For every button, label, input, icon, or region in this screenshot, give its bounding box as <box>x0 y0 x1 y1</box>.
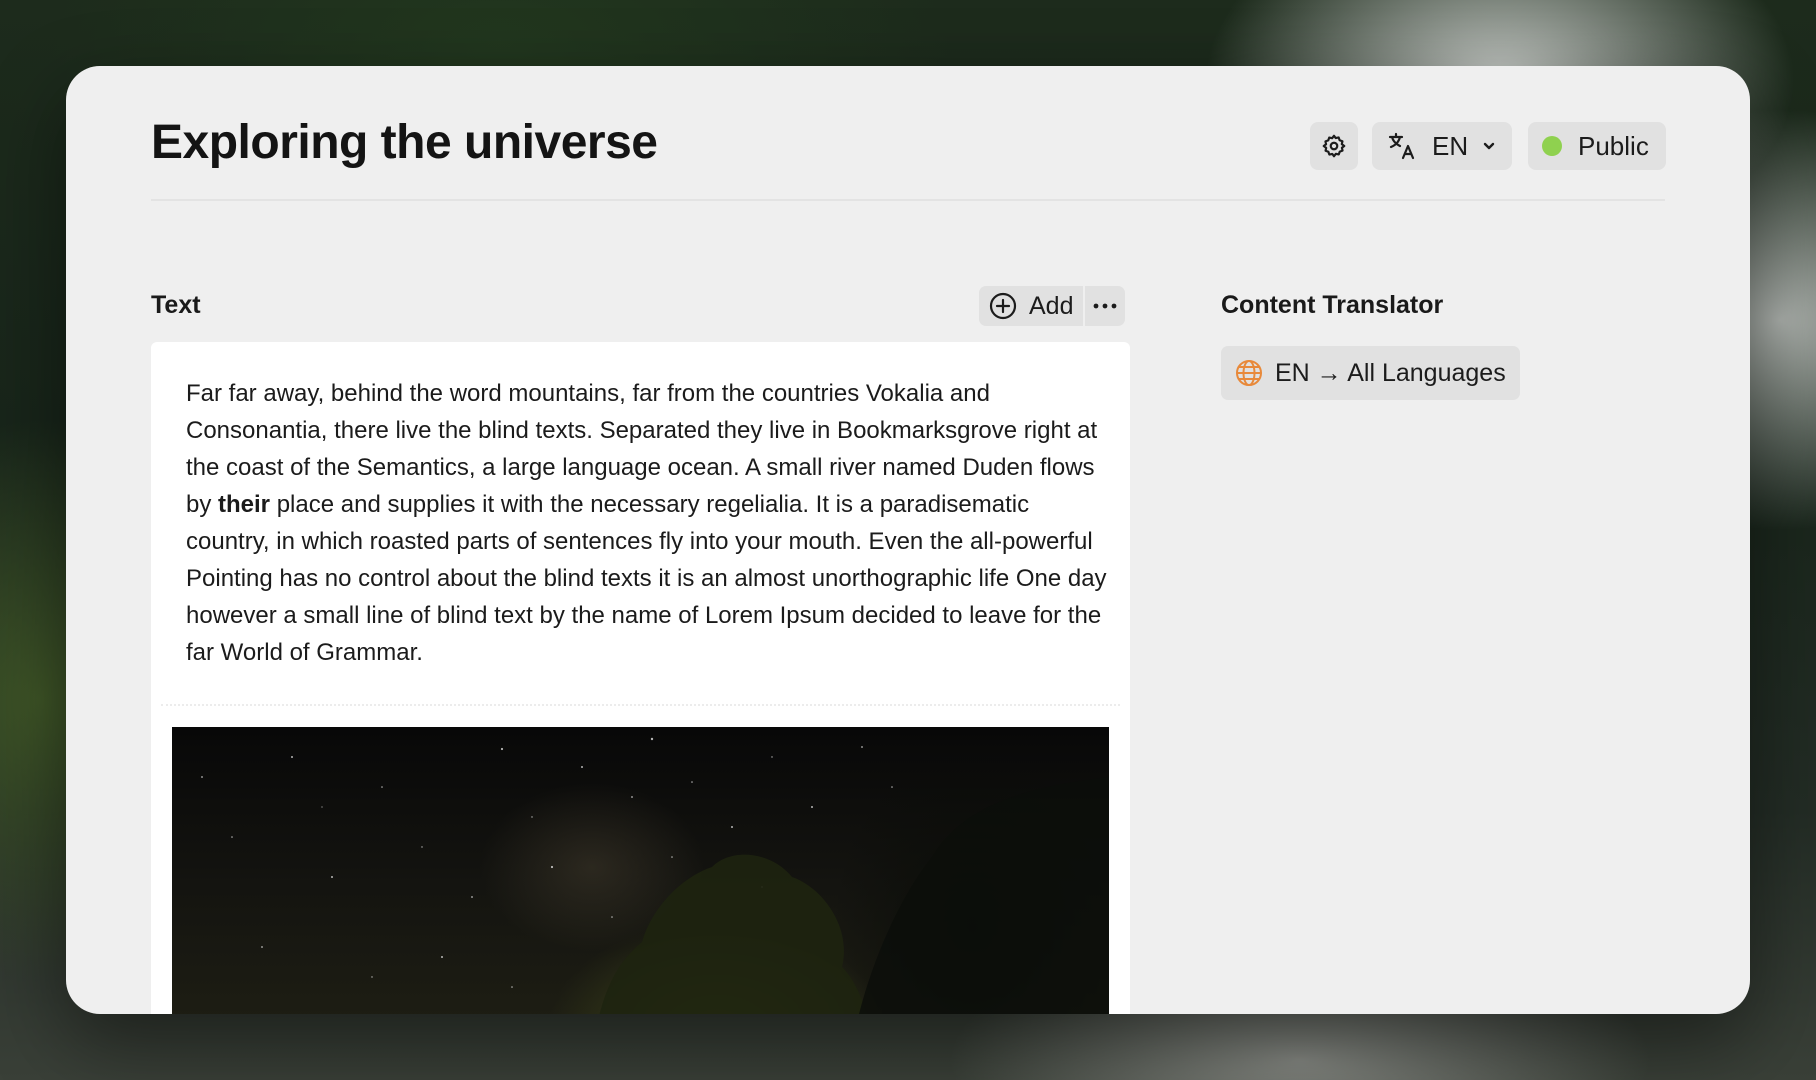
language-selector[interactable]: EN <box>1372 122 1512 170</box>
block-divider <box>161 704 1120 706</box>
translator-chip-label: EN → All Languages <box>1275 358 1506 387</box>
add-button[interactable]: Add <box>979 286 1086 326</box>
text-section-label: Text <box>151 291 201 319</box>
translate-icon <box>1388 132 1415 160</box>
more-horizontal-icon <box>1094 303 1117 309</box>
editor-window: Exploring the universe EN Public Text Ad… <box>66 66 1750 1014</box>
header-divider <box>151 199 1665 201</box>
plus-circle-icon <box>989 292 1017 320</box>
globe-icon <box>1236 360 1262 386</box>
chevron-down-icon <box>1483 142 1495 150</box>
more-options-button[interactable] <box>1085 286 1125 326</box>
visibility-button[interactable]: Public <box>1528 122 1666 170</box>
translator-chip[interactable]: EN → All Languages <box>1221 346 1520 400</box>
translator-section-label: Content Translator <box>1221 291 1444 319</box>
visibility-label: Public <box>1578 130 1649 161</box>
settings-button[interactable] <box>1310 122 1358 170</box>
add-button-group: Add <box>979 286 1126 326</box>
add-label: Add <box>1029 291 1074 320</box>
desktop-background: Exploring the universe EN Public Text Ad… <box>0 0 1816 1080</box>
night-sky-image[interactable] <box>172 727 1109 1014</box>
page-title: Exploring the universe <box>151 116 658 169</box>
body-text-bold: their <box>218 491 271 518</box>
gear-icon <box>1322 134 1346 158</box>
starfield-graphic <box>201 737 1109 1014</box>
body-text-part: place and supplies it with the necessary… <box>186 491 1107 666</box>
body-text[interactable]: Far far away, behind the word mountains,… <box>186 375 1111 671</box>
status-dot <box>1542 136 1562 156</box>
text-editor-card[interactable]: Far far away, behind the word mountains,… <box>151 342 1130 1014</box>
language-label: EN <box>1432 130 1469 161</box>
